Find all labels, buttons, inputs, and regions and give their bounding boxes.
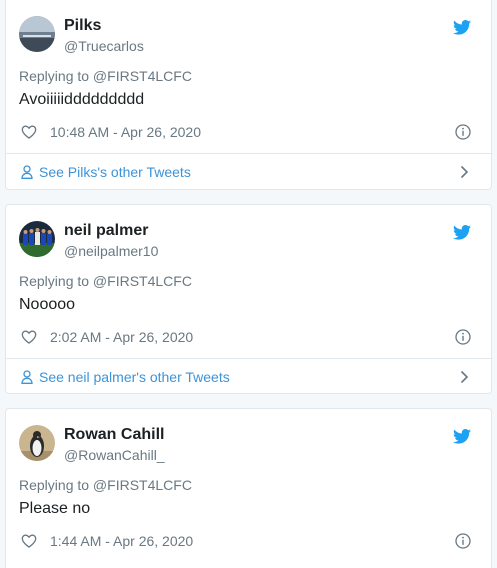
person-icon xyxy=(21,165,33,179)
user-handle[interactable]: @RowanCahill_ xyxy=(64,447,165,463)
tweet-text: Please no xyxy=(19,500,91,517)
chevron-right-icon[interactable] xyxy=(460,370,469,384)
replying-to[interactable]: Replying to @FIRST4LCFC xyxy=(19,68,192,84)
info-icon[interactable] xyxy=(455,329,471,345)
info-icon[interactable] xyxy=(455,124,471,140)
tweet-card: Pilks @Truecarlos Replying to @FIRST4LCF… xyxy=(5,0,492,190)
display-name[interactable]: neil palmer xyxy=(64,222,148,240)
see-other-tweets-label: See neil palmer's other Tweets xyxy=(39,369,230,385)
see-other-tweets-link[interactable]: See neil palmer's other Tweets xyxy=(21,369,230,385)
twitter-bird-icon[interactable] xyxy=(453,225,471,240)
person-icon xyxy=(21,370,33,384)
replying-to[interactable]: Replying to @FIRST4LCFC xyxy=(19,273,192,289)
twitter-bird-icon[interactable] xyxy=(453,429,471,444)
avatar[interactable] xyxy=(19,221,55,257)
user-handle[interactable]: @Truecarlos xyxy=(64,38,144,54)
tweet-card: Rowan Cahill @RowanCahill_ Replying to @… xyxy=(5,408,492,568)
info-icon[interactable] xyxy=(455,533,471,549)
chevron-right-icon[interactable] xyxy=(460,165,469,179)
twitter-bird-icon[interactable] xyxy=(453,20,471,35)
heart-icon[interactable] xyxy=(21,125,37,139)
display-name[interactable]: Rowan Cahill xyxy=(64,426,164,444)
landscape-avatar-icon xyxy=(19,16,55,52)
display-name[interactable]: Pilks xyxy=(64,17,101,35)
avatar[interactable] xyxy=(19,425,55,461)
tweet-timestamp[interactable]: 10:48 AM - Apr 26, 2020 xyxy=(50,124,201,140)
tweet-timestamp[interactable]: 1:44 AM - Apr 26, 2020 xyxy=(50,533,193,549)
replying-to[interactable]: Replying to @FIRST4LCFC xyxy=(19,477,192,493)
see-other-tweets-label: See Pilks's other Tweets xyxy=(39,164,191,180)
divider xyxy=(6,358,491,359)
tweet-timestamp[interactable]: 2:02 AM - Apr 26, 2020 xyxy=(50,329,193,345)
divider xyxy=(6,153,491,154)
tweet-text: Nooooo xyxy=(19,296,76,313)
avatar[interactable] xyxy=(19,16,55,52)
tweet-card: neil palmer @neilpalmer10 Replying to @F… xyxy=(5,204,492,394)
penguin-avatar-icon xyxy=(19,425,55,461)
see-other-tweets-link[interactable]: See Pilks's other Tweets xyxy=(21,164,191,180)
team-photo-avatar-icon xyxy=(19,221,55,257)
heart-icon[interactable] xyxy=(21,330,37,344)
heart-icon[interactable] xyxy=(21,534,37,548)
user-handle[interactable]: @neilpalmer10 xyxy=(64,243,158,259)
tweet-text: Avoiiiiiddddddddd xyxy=(19,91,145,108)
